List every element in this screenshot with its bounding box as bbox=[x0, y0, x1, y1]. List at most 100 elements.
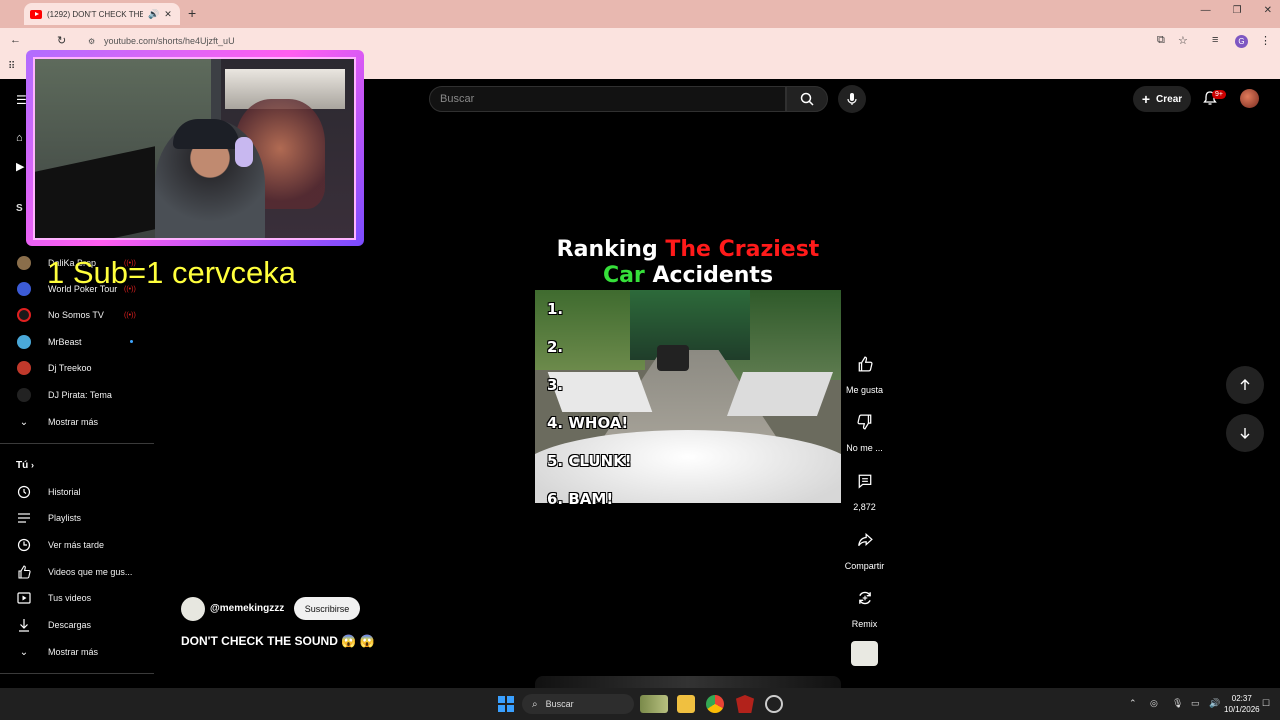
tray-app-icon[interactable]: ◎ bbox=[1150, 698, 1158, 709]
streamer-cap bbox=[173, 119, 239, 149]
minimize-button[interactable]: — bbox=[1201, 5, 1211, 16]
video-title[interactable]: DON'T CHECK THE SOUND 😱 😱 bbox=[181, 634, 374, 648]
sidebar-item-watch-later[interactable]: Ver más tarde bbox=[0, 532, 154, 558]
taskbar-search[interactable]: ⌕ Buscar bbox=[522, 694, 634, 714]
create-label: Crear bbox=[1156, 93, 1183, 105]
address-bar[interactable] bbox=[80, 32, 1200, 51]
toll-booth bbox=[630, 290, 750, 360]
sidebar-item-subscription[interactable]: DJ Pirata: Tema bbox=[0, 382, 154, 408]
chrome-icon[interactable] bbox=[706, 695, 724, 713]
tab-close-icon[interactable]: ✕ bbox=[164, 9, 172, 20]
previous-short-button[interactable] bbox=[1226, 366, 1264, 404]
remix-button[interactable]: Remix bbox=[842, 579, 887, 629]
rank-label: 6. BAM! bbox=[547, 490, 614, 508]
sidebar-item-label: Ver más tarde bbox=[48, 540, 105, 550]
shorts-player[interactable]: Ranking The Craziest Car Accidents 1. 2.… bbox=[535, 123, 841, 666]
channel-avatar bbox=[17, 282, 31, 296]
share-button[interactable]: Compartir bbox=[842, 521, 887, 571]
tray-mic-icon[interactable]: 🎙 bbox=[1172, 698, 1183, 709]
next-short-button[interactable] bbox=[1226, 414, 1264, 452]
liked-videos-icon bbox=[18, 565, 31, 579]
taskbar-search-label: Buscar bbox=[545, 699, 574, 709]
maximize-button[interactable]: ❐ bbox=[1233, 5, 1242, 16]
sidebar-item-label: Tus videos bbox=[48, 593, 92, 603]
headset-icon bbox=[235, 137, 253, 167]
sidebar-item-subscription[interactable]: No Somos TV ((•)) bbox=[0, 302, 154, 328]
sidebar-item-subscription[interactable]: MrBeast bbox=[0, 329, 154, 355]
media-control-icon[interactable]: ≡ bbox=[1212, 34, 1218, 46]
thumbs-up-icon bbox=[858, 356, 873, 372]
account-avatar[interactable] bbox=[1240, 89, 1259, 108]
reload-icon[interactable]: ↻ bbox=[57, 34, 66, 47]
you-section-heading[interactable]: Tú › bbox=[16, 460, 34, 471]
remix-label: Remix bbox=[851, 619, 878, 629]
search-input[interactable]: Buscar bbox=[429, 86, 786, 112]
watch-later-icon bbox=[17, 538, 31, 552]
rank-label: 4. WHOA! bbox=[547, 414, 629, 432]
file-explorer-icon[interactable] bbox=[677, 695, 695, 713]
taskbar-widget-icon[interactable] bbox=[640, 695, 668, 713]
site-info-icon[interactable]: ⚙ bbox=[88, 37, 95, 46]
barrier-right bbox=[726, 372, 834, 416]
shorts-icon[interactable]: ▶ bbox=[16, 160, 24, 173]
install-app-icon[interactable]: ⧉ bbox=[1157, 34, 1165, 47]
sidebar-item-history[interactable]: Historial bbox=[0, 479, 154, 505]
search-placeholder: Buscar bbox=[440, 93, 475, 105]
sidebar-show-more[interactable]: ⌄ Mostrar más bbox=[0, 639, 154, 665]
tab-audio-icon[interactable]: 🔊 bbox=[148, 9, 159, 20]
apps-grid-icon[interactable]: ⠿ bbox=[8, 61, 15, 72]
rank-label: 1. bbox=[547, 300, 564, 318]
tray-chevron-icon[interactable]: ⌃ bbox=[1129, 698, 1137, 709]
dislike-button[interactable]: No me ... bbox=[842, 403, 887, 453]
notifications-icon[interactable]: ☐ bbox=[1262, 698, 1270, 709]
plus-icon: + bbox=[1141, 91, 1151, 107]
app-icon[interactable] bbox=[765, 695, 783, 713]
sidebar-item-your-videos[interactable]: Tus videos bbox=[0, 585, 154, 611]
dislike-label: No me ... bbox=[846, 443, 883, 453]
back-icon[interactable]: ← bbox=[10, 34, 21, 46]
next-short-preview[interactable] bbox=[535, 676, 841, 688]
search-icon bbox=[800, 92, 814, 106]
new-tab-button[interactable]: + bbox=[188, 5, 196, 21]
sidebar-item-subscription[interactable]: Dj Treekoo bbox=[0, 355, 154, 381]
like-button[interactable]: Me gusta bbox=[842, 345, 887, 395]
search-button[interactable] bbox=[786, 86, 828, 112]
webcam-feed bbox=[33, 57, 356, 240]
rank-label: 2. bbox=[547, 338, 564, 356]
tab-title: (1292) DON'T CHECK THE S bbox=[47, 9, 143, 19]
channel-name[interactable]: @memekingzzz bbox=[210, 603, 284, 614]
sidebar-item-label: Historial bbox=[48, 487, 81, 497]
headline-part: Ranking bbox=[556, 237, 666, 262]
clock-date: 10/1/2026 bbox=[1224, 705, 1260, 714]
tray-display-icon[interactable]: ▭ bbox=[1191, 698, 1200, 709]
home-icon[interactable]: ⌂ bbox=[16, 132, 23, 144]
voice-search-button[interactable] bbox=[838, 85, 866, 113]
sidebar-item-playlists[interactable]: Playlists bbox=[0, 505, 154, 531]
sidebar-item-downloads[interactable]: Descargas bbox=[0, 612, 154, 638]
browser-menu-icon[interactable]: ⋮ bbox=[1260, 34, 1271, 47]
taskbar-clock[interactable]: 02:37 10/1/2026 bbox=[1224, 693, 1260, 715]
channel-avatar[interactable] bbox=[181, 597, 205, 621]
microphone-icon bbox=[847, 93, 857, 105]
sidebar-show-more[interactable]: ⌄ Mostrar más bbox=[0, 409, 154, 435]
close-window-button[interactable]: ✕ bbox=[1264, 5, 1272, 16]
subscribe-button[interactable]: Suscribirse bbox=[294, 597, 360, 620]
stream-sub-text: 1 Sub=1 cervceka bbox=[47, 255, 297, 290]
comments-button[interactable]: 2,872 bbox=[842, 462, 887, 512]
arrow-down-icon bbox=[1240, 428, 1250, 439]
sidebar-item-label: Mostrar más bbox=[48, 647, 99, 657]
profile-avatar[interactable]: G bbox=[1235, 35, 1248, 48]
url-text[interactable]: youtube.com/shorts/he4Ujzft_uU bbox=[104, 36, 235, 46]
headline-highlight-red: The Craziest bbox=[665, 237, 820, 262]
brave-icon[interactable] bbox=[736, 695, 754, 713]
audio-track-thumbnail[interactable] bbox=[851, 641, 878, 666]
bookmark-star-icon[interactable]: ☆ bbox=[1178, 34, 1188, 47]
windows-start-icon[interactable] bbox=[498, 696, 514, 712]
browser-tab[interactable]: (1292) DON'T CHECK THE S 🔊 ✕ bbox=[24, 3, 180, 25]
video-headline: Ranking The Craziest Car Accidents bbox=[535, 237, 841, 289]
chevron-down-icon: ⌄ bbox=[19, 646, 29, 658]
window-controls: — ❐ ✕ bbox=[1201, 5, 1272, 16]
create-button[interactable]: + Crear bbox=[1133, 86, 1191, 112]
tray-volume-icon[interactable]: 🔊 bbox=[1209, 698, 1220, 709]
sidebar-item-liked-videos[interactable]: Videos que me gus... bbox=[0, 559, 154, 585]
